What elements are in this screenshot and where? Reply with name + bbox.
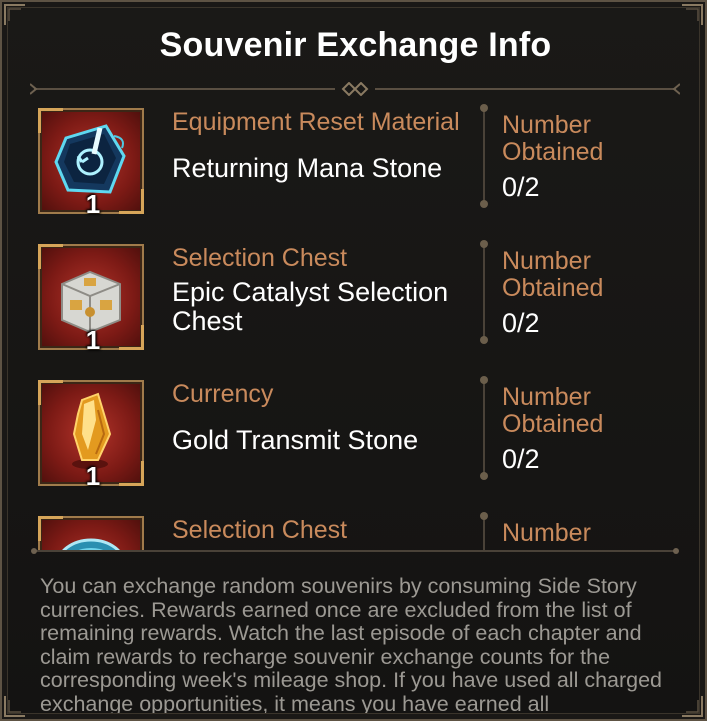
corner-ornament bbox=[4, 4, 26, 26]
reward-icon-frame[interactable]: 1 bbox=[38, 108, 144, 219]
number-obtained-value: 0/2 bbox=[502, 172, 540, 202]
column-divider bbox=[480, 240, 488, 344]
list-bottom-divider bbox=[30, 544, 680, 558]
reward-name: Gold Transmit Stone bbox=[172, 425, 419, 455]
souvenir-exchange-panel: Souvenir Exchange Info 1 Equipment Reset… bbox=[0, 0, 707, 721]
corner-ornament bbox=[681, 4, 703, 26]
reward-row[interactable]: 1 Selection Chest Epic Catalyst Selectio… bbox=[2, 238, 707, 358]
column-divider bbox=[480, 376, 488, 480]
item-quantity: 1 bbox=[85, 189, 101, 219]
corner-ornament bbox=[681, 695, 703, 717]
number-obtained-value: 0/2 bbox=[502, 308, 540, 338]
column-divider bbox=[480, 104, 488, 208]
reward-category: Selection Chest bbox=[172, 516, 348, 544]
reward-row[interactable]: 1 Equipment Reset Material Returning Man… bbox=[2, 102, 707, 222]
number-obtained-value: 0/2 bbox=[502, 444, 540, 474]
reward-icon-frame[interactable]: 1 bbox=[38, 380, 144, 491]
number-obtained-label: Number Obtained bbox=[502, 383, 604, 438]
number-obtained-label: Number Obtained bbox=[502, 111, 604, 166]
reward-name: Epic Catalyst Selection Chest bbox=[172, 277, 449, 336]
reward-list[interactable]: 1 Equipment Reset Material Returning Man… bbox=[2, 102, 707, 550]
number-obtained-label: Number Obtained bbox=[502, 247, 604, 302]
reward-category: Currency bbox=[172, 380, 274, 408]
corner-ornament bbox=[4, 695, 26, 717]
reward-icon-frame[interactable]: 1 bbox=[38, 244, 144, 355]
reward-row[interactable]: 1 Currency Gold Transmit Stone Number Ob… bbox=[2, 374, 707, 494]
item-quantity: 1 bbox=[85, 461, 101, 491]
exchange-description: You can exchange random souvenirs by con… bbox=[40, 575, 663, 713]
reward-category: Equipment Reset Material bbox=[172, 108, 460, 136]
item-quantity: 1 bbox=[85, 325, 101, 355]
dialog-title: Souvenir Exchange Info bbox=[159, 26, 552, 64]
reward-name: Returning Mana Stone bbox=[172, 153, 443, 183]
reward-category: Selection Chest bbox=[172, 244, 348, 272]
number-obtained-label: Number bbox=[502, 519, 591, 547]
title-divider bbox=[30, 82, 680, 96]
